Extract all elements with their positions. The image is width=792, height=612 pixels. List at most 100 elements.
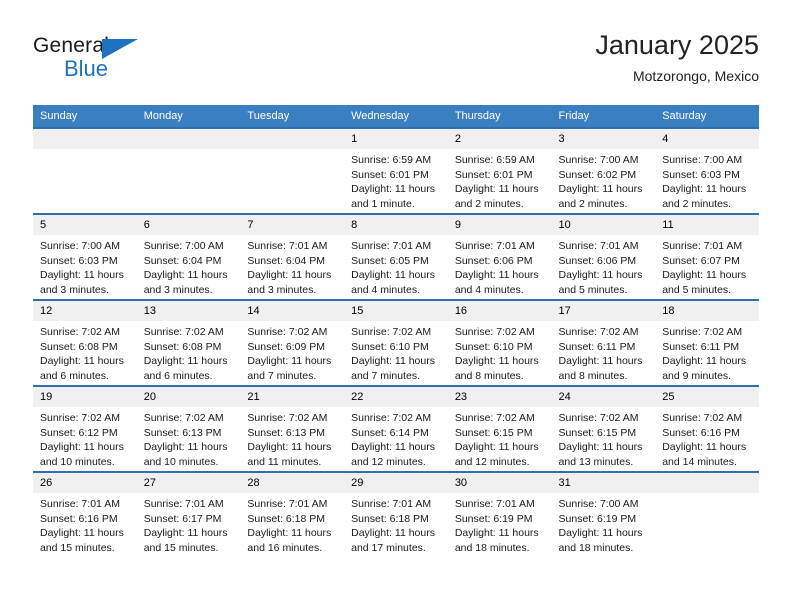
day-details: Sunrise: 7:02 AM Sunset: 6:15 PM Daylight:… [448, 407, 552, 469]
day-detail-line: Sunset: 6:03 PM [40, 254, 118, 267]
day-detail-line: Sunrise: 7:01 AM [351, 498, 432, 510]
title-block: January 2025 Motzorongo, Mexico [595, 28, 759, 87]
calendar-day-cell[interactable]: 17 Sunrise: 7:02 AM Sunset: 6:11 PM Dayligh… [551, 299, 656, 386]
day-number: 19 [33, 387, 137, 407]
calendar-day-cell[interactable]: 21 Sunrise: 7:02 AM Sunset: 6:13 PM Dayligh… [240, 385, 345, 472]
day-detail-line: and 4 minutes. [351, 283, 420, 296]
day-number [33, 129, 137, 149]
day-detail-line: Sunrise: 7:02 AM [351, 326, 432, 338]
calendar-day-cell[interactable]: 23 Sunrise: 7:02 AM Sunset: 6:15 PM Dayligh… [447, 385, 552, 472]
day-detail-line: Sunset: 6:11 PM [662, 340, 740, 353]
general-blue-logo[interactable]: General Blue [33, 34, 233, 94]
calendar-day-cell[interactable]: 20 Sunrise: 7:02 AM Sunset: 6:13 PM Dayligh… [136, 385, 241, 472]
day-number: 16 [447, 301, 552, 321]
day-detail-line: Daylight: 11 hours [247, 355, 332, 368]
day-detail-line: Sunset: 6:11 PM [558, 340, 636, 353]
calendar-day-cell[interactable]: 7 Sunrise: 7:01 AM Sunset: 6:04 PM Daylight… [240, 213, 345, 300]
calendar-day-cell-empty [655, 471, 759, 557]
day-detail-line: Daylight: 11 hours [351, 183, 435, 196]
calendar-day-cell[interactable]: 4 Sunrise: 7:00 AM Sunset: 6:03 PM Daylight… [655, 127, 759, 214]
day-detail-line: Sunset: 6:15 PM [558, 426, 637, 439]
calendar-day-cell[interactable]: 5 Sunrise: 7:00 AM Sunset: 6:03 PM Daylight… [33, 213, 137, 300]
calendar-day-cell[interactable]: 18 Sunrise: 7:02 AM Sunset: 6:11 PM Dayligh… [655, 299, 759, 386]
day-detail-line: Sunrise: 7:02 AM [351, 412, 432, 424]
day-details: Sunrise: 7:02 AM Sunset: 6:15 PM Daylight:… [552, 407, 656, 469]
calendar-day-cell[interactable]: 30 Sunrise: 7:01 AM Sunset: 6:19 PM Dayligh… [447, 471, 552, 557]
day-details: Sunrise: 7:01 AM Sunset: 6:17 PM Daylight:… [137, 493, 241, 555]
calendar-week-row: 26 Sunrise: 7:01 AM Sunset: 6:16 PM Dayligh… [33, 471, 759, 557]
calendar-day-cell[interactable]: 28 Sunrise: 7:01 AM Sunset: 6:18 PM Dayligh… [240, 471, 345, 557]
calendar-day-cell[interactable]: 3 Sunrise: 7:00 AM Sunset: 6:02 PM Daylight… [551, 127, 656, 214]
day-detail-line: Sunset: 6:12 PM [40, 426, 118, 439]
calendar-day-cell[interactable]: 26 Sunrise: 7:01 AM Sunset: 6:16 PM Dayligh… [33, 471, 137, 557]
calendar-day-cell[interactable]: 1 Sunrise: 6:59 AM Sunset: 6:01 PM Daylight… [344, 127, 448, 214]
day-number: 24 [551, 387, 656, 407]
calendar-day-cell[interactable]: 9 Sunrise: 7:01 AM Sunset: 6:06 PM Daylight… [447, 213, 552, 300]
day-detail-line: Sunrise: 7:02 AM [143, 326, 224, 338]
day-detail-line: Daylight: 11 hours [558, 269, 643, 282]
day-detail-line: and 8 minutes. [558, 369, 628, 382]
calendar-day-cell[interactable]: 8 Sunrise: 7:01 AM Sunset: 6:05 PM Daylight… [344, 213, 448, 300]
day-number: 10 [551, 215, 656, 235]
calendar-day-cell[interactable]: 16 Sunrise: 7:02 AM Sunset: 6:10 PM Dayligh… [447, 299, 552, 386]
day-detail-line: Sunset: 6:08 PM [143, 340, 222, 353]
day-detail-line: Sunrise: 7:02 AM [558, 326, 639, 338]
day-details: Sunrise: 7:02 AM Sunset: 6:13 PM Daylight:… [137, 407, 241, 469]
day-detail-line: and 6 minutes. [143, 369, 213, 382]
day-detail-line: Sunset: 6:01 PM [454, 168, 533, 181]
calendar-day-cell[interactable]: 29 Sunrise: 7:01 AM Sunset: 6:18 PM Dayligh… [344, 471, 448, 557]
calendar-day-cell[interactable]: 25 Sunrise: 7:02 AM Sunset: 6:16 PM Dayligh… [655, 385, 759, 472]
calendar-day-cell[interactable]: 6 Sunrise: 7:00 AM Sunset: 6:04 PM Daylight… [136, 213, 241, 300]
day-number: 22 [344, 387, 448, 407]
calendar-day-cell[interactable]: 11 Sunrise: 7:01 AM Sunset: 6:07 PM Dayligh… [655, 213, 759, 300]
day-detail-line: and 15 minutes. [143, 541, 219, 554]
day-detail-line: Sunset: 6:09 PM [247, 340, 326, 353]
day-detail-line: Sunset: 6:19 PM [558, 512, 637, 525]
calendar-day-cell[interactable]: 24 Sunrise: 7:02 AM Sunset: 6:15 PM Dayligh… [551, 385, 656, 472]
day-details: Sunrise: 7:01 AM Sunset: 6:18 PM Daylight:… [240, 493, 344, 555]
calendar-day-cell[interactable]: 31 Sunrise: 7:00 AM Sunset: 6:19 PM Dayligh… [551, 471, 656, 557]
day-detail-line: Sunrise: 7:01 AM [40, 498, 120, 510]
weekday-header: Sunday Monday Tuesday Wednesday Thursday Frid… [33, 105, 759, 128]
calendar-day-cell[interactable]: 15 Sunrise: 7:02 AM Sunset: 6:10 PM Dayligh… [344, 299, 448, 386]
day-number: 2 [447, 129, 552, 149]
day-detail-line: Daylight: 11 hours [351, 269, 435, 282]
day-detail-line: Sunset: 6:06 PM [454, 254, 533, 267]
day-details: Sunrise: 7:02 AM Sunset: 6:10 PM Daylight:… [344, 321, 448, 383]
day-detail-line: Daylight: 11 hours [247, 441, 332, 454]
day-detail-line: and 11 minutes. [247, 455, 322, 468]
day-detail-line: and 2 minutes. [662, 197, 732, 210]
day-detail-line: Sunset: 6:04 PM [247, 254, 326, 267]
day-number: 11 [655, 215, 759, 235]
day-detail-line: Sunset: 6:16 PM [662, 426, 740, 439]
day-detail-line: Sunset: 6:05 PM [351, 254, 429, 267]
weekday-header-thursday: Thursday [447, 105, 552, 128]
day-detail-line: Sunrise: 7:00 AM [558, 498, 639, 510]
day-detail-line: Sunset: 6:14 PM [351, 426, 429, 439]
calendar-day-cell[interactable]: 13 Sunrise: 7:02 AM Sunset: 6:08 PM Dayligh… [136, 299, 241, 386]
day-detail-line: and 7 minutes. [247, 369, 317, 382]
day-number: 15 [344, 301, 448, 321]
calendar-day-cell[interactable]: 27 Sunrise: 7:01 AM Sunset: 6:17 PM Dayligh… [136, 471, 241, 557]
day-detail-line: Sunrise: 7:01 AM [558, 240, 639, 252]
day-detail-line: and 4 minutes. [454, 283, 524, 296]
calendar-day-cell[interactable]: 22 Sunrise: 7:02 AM Sunset: 6:14 PM Dayligh… [344, 385, 448, 472]
day-detail-line: Sunrise: 7:01 AM [454, 240, 535, 252]
calendar-day-cell[interactable]: 14 Sunrise: 7:02 AM Sunset: 6:09 PM Dayligh… [240, 299, 345, 386]
day-number: 8 [344, 215, 448, 235]
day-detail-line: Sunrise: 7:02 AM [454, 326, 535, 338]
day-detail-line: and 2 minutes. [558, 197, 628, 210]
calendar-day-cell[interactable]: 12 Sunrise: 7:02 AM Sunset: 6:08 PM Dayligh… [33, 299, 137, 386]
day-detail-line: Sunrise: 7:01 AM [247, 498, 328, 510]
calendar-day-cell[interactable]: 19 Sunrise: 7:02 AM Sunset: 6:12 PM Dayligh… [33, 385, 137, 472]
calendar-day-cell[interactable]: 10 Sunrise: 7:01 AM Sunset: 6:06 PM Dayligh… [551, 213, 656, 300]
day-details: Sunrise: 7:02 AM Sunset: 6:08 PM Daylight:… [137, 321, 241, 383]
weekday-header-tuesday: Tuesday [240, 105, 345, 128]
calendar-day-cell[interactable]: 2 Sunrise: 6:59 AM Sunset: 6:01 PM Daylight… [447, 127, 552, 214]
day-detail-line: Sunrise: 6:59 AM [351, 154, 432, 166]
day-details: Sunrise: 7:02 AM Sunset: 6:13 PM Daylight:… [240, 407, 344, 469]
day-details: Sunrise: 6:59 AM Sunset: 6:01 PM Daylight:… [448, 149, 552, 211]
day-detail-line: and 10 minutes. [143, 455, 219, 468]
day-detail-line: Sunset: 6:18 PM [351, 512, 429, 525]
day-details: Sunrise: 7:02 AM Sunset: 6:11 PM Daylight:… [552, 321, 656, 383]
